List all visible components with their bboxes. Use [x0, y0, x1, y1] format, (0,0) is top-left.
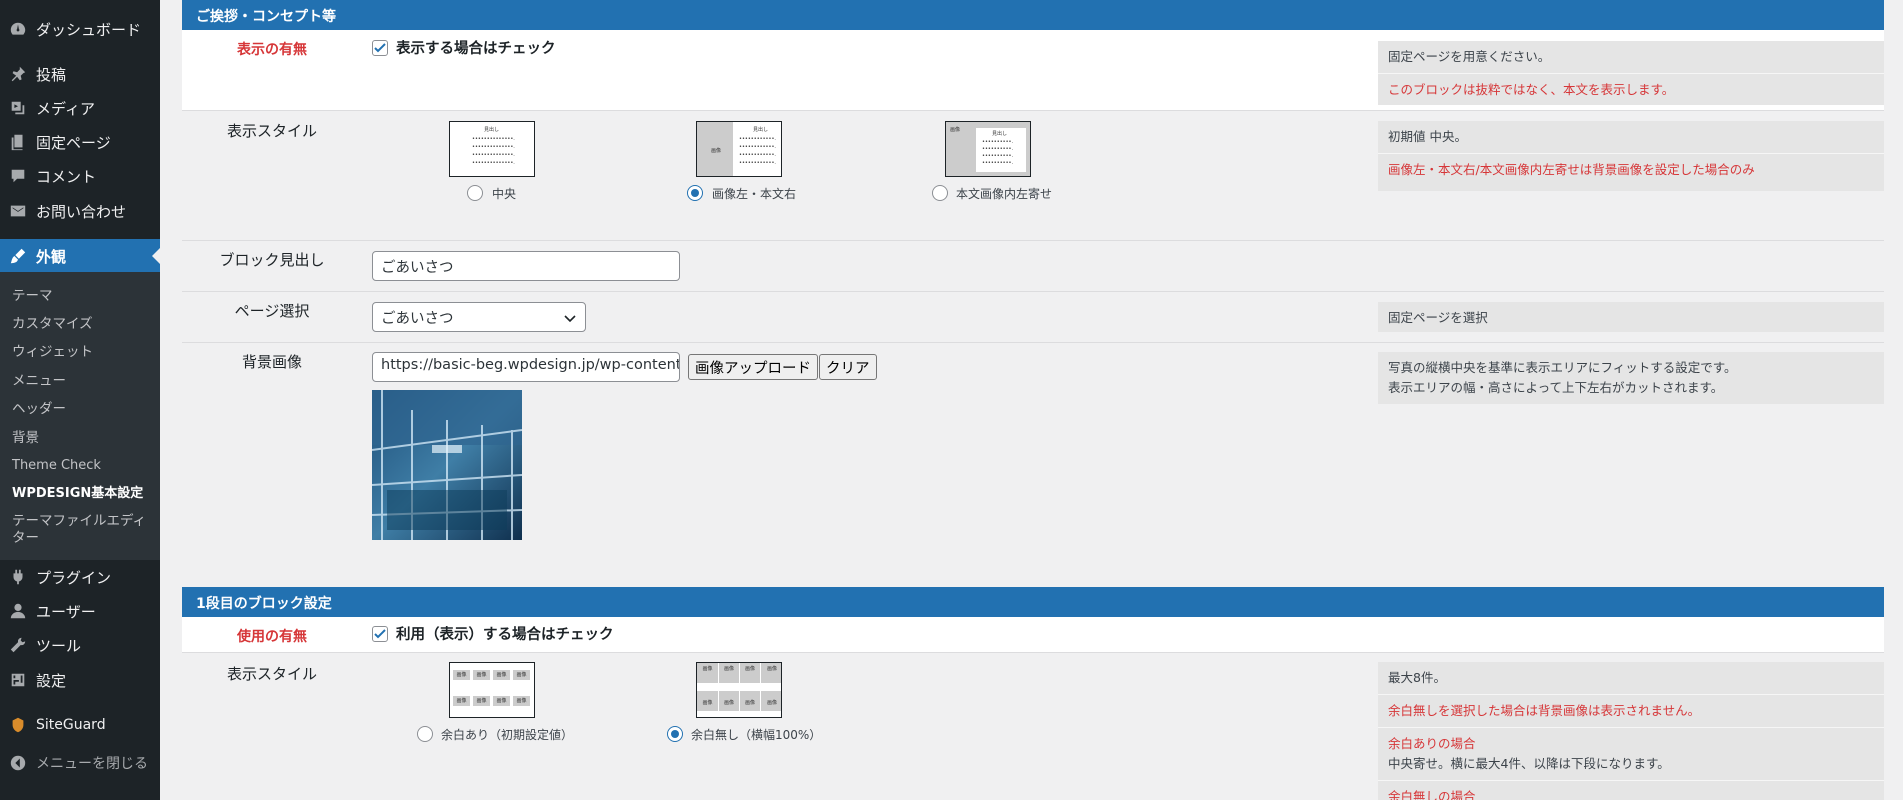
image-upload-button[interactable]: 画像アップロード [688, 354, 818, 380]
style2-radio-margin[interactable] [417, 726, 433, 742]
menu-comments[interactable]: コメント [0, 159, 160, 193]
submenu-themes[interactable]: テーマ [12, 288, 152, 305]
style-radio-image-left[interactable] [687, 185, 703, 201]
visibility-checkbox[interactable] [372, 40, 388, 56]
menu-contact[interactable]: お問い合わせ [0, 194, 160, 228]
menu-media[interactable]: メディア [0, 91, 160, 125]
block-heading-input[interactable]: ごあいさつ [372, 251, 680, 281]
submenu-theme-editor[interactable]: テーマファイルエディター [12, 513, 152, 547]
style2-radio-full[interactable] [667, 726, 683, 742]
chevron-down-icon [564, 315, 576, 323]
collapse-icon [0, 754, 36, 772]
style-radio-image-left-label: 画像左・本文右 [712, 187, 797, 201]
visibility-checkbox-label: 表示する場合はチェック [396, 41, 556, 57]
style-thumb-image-left[interactable]: 画像 見出し ••••••••••••. ••••••••••••. •••••… [696, 121, 782, 177]
style-thumb-center[interactable]: 見出し ••••••••••••••. ••••••••••••••. ••••… [449, 121, 535, 177]
menu-collapse[interactable]: メニューを閉じる [0, 746, 160, 780]
mail-icon [0, 202, 36, 220]
row-background-image: 背景画像 https://basic-beg.wpdesign.jp/wp-co… [182, 343, 1884, 551]
menu-appearance[interactable]: 外観 [0, 239, 160, 273]
row-visibility: 表示の有無 表示する場合はチェック 固定ページを用意ください。 このブロックは抜… [182, 30, 1884, 111]
menu-posts[interactable]: 投稿 [0, 57, 160, 91]
settings-icon [0, 671, 36, 689]
block-heading-label: ブロック見出し [219, 251, 325, 269]
usage-label: 使用の有無 [237, 629, 307, 645]
style-thumb-inside[interactable]: 画像 見出し ••••••••••. ••••••••••. •••••••••… [945, 121, 1031, 177]
style2-thumb-full[interactable]: 画像 画像 画像 画像 画像 画像 画像 画像 [696, 662, 782, 718]
submenu-header[interactable]: ヘッダー [12, 401, 152, 418]
dashboard-icon [0, 20, 36, 38]
visibility-label: 表示の有無 [237, 42, 307, 58]
style2-radio-full-label: 余白無し（横幅100%） [691, 728, 822, 742]
display-style-2-label: 表示スタイル [226, 665, 317, 683]
submenu-menus[interactable]: メニュー [12, 373, 152, 390]
page-select-label: ページ選択 [234, 302, 310, 320]
display-style-2-note: 最大8件。 余白無しを選択した場合は背景画像は表示されません。 余白ありの場合 … [1378, 662, 1884, 800]
row-display-style: 表示スタイル 見出し ••••••••••••••. •••••••••••••… [182, 111, 1884, 241]
checkmark-icon [374, 43, 386, 53]
checkmark-icon [374, 629, 386, 639]
usage-checkbox-label: 利用（表示）する場合はチェック [396, 627, 614, 643]
section-header-greeting: ご挨拶・コンセプト等 [182, 0, 1884, 30]
image-clear-button[interactable]: クリア [819, 354, 877, 380]
comment-icon [0, 167, 36, 185]
background-image-note: 写真の縦横中央を基準に表示エリアにフィットする設定です。 表示エリアの幅・高さに… [1378, 352, 1884, 404]
submenu-wpdesign-settings[interactable]: WPDESIGN基本設定 [12, 485, 152, 502]
style-radio-inside[interactable] [932, 185, 948, 201]
row-usage: 使用の有無 利用（表示）する場合はチェック [182, 617, 1884, 653]
style-radio-center-label: 中央 [492, 187, 517, 201]
submenu-widgets[interactable]: ウィジェット [12, 344, 152, 361]
menu-settings[interactable]: 設定 [0, 663, 160, 697]
background-image-preview [372, 390, 522, 540]
wrench-icon [0, 636, 36, 654]
submenu-background[interactable]: 背景 [12, 430, 152, 447]
settings-main: ご挨拶・コンセプト等 表示の有無 表示する場合はチェック 固定ページを用意くださ… [182, 0, 1884, 800]
submenu-customize[interactable]: カスタマイズ [12, 316, 152, 333]
section-header-row1: 1段目のブロック設定 [182, 587, 1884, 617]
visibility-note: 固定ページを用意ください。 このブロックは抜粋ではなく、本文を表示します。 [1378, 41, 1884, 105]
menu-dashboard[interactable]: ダッシュボード [0, 12, 160, 46]
page-icon [0, 133, 36, 151]
menu-tools[interactable]: ツール [0, 628, 160, 662]
admin-sidebar: ダッシュボード 投稿 メディア 固定ページ コメント お問い合わせ 外観 テーマ… [0, 0, 160, 800]
background-image-label: 背景画像 [241, 353, 302, 371]
row-block-heading: ブロック見出し ごあいさつ [182, 241, 1884, 292]
siteguard-icon [0, 716, 36, 734]
active-indicator [152, 248, 160, 264]
page-select-note: 固定ページを選択 [1378, 302, 1884, 332]
menu-pages[interactable]: 固定ページ [0, 125, 160, 159]
usage-checkbox[interactable] [372, 626, 388, 642]
plugin-icon [0, 568, 36, 586]
page-select-dropdown[interactable]: ごあいさつ [372, 302, 586, 332]
menu-siteguard[interactable]: SiteGuard [0, 708, 160, 742]
row-page-select: ページ選択 ごあいさつ 固定ページを選択 [182, 292, 1884, 343]
display-style-note: 初期値 中央。 画像左・本文右/本文画像内左寄せは背景画像を設定した場合のみ [1378, 121, 1884, 191]
style-radio-inside-label: 本文画像内左寄せ [956, 187, 1053, 201]
style2-thumb-margin[interactable]: 画像 画像 画像 画像 画像 画像 画像 画像 [449, 662, 535, 718]
brush-icon [0, 247, 36, 265]
menu-plugins[interactable]: プラグイン [0, 560, 160, 594]
media-icon [0, 99, 36, 117]
row-display-style-2: 表示スタイル 画像 画像 画像 画像 画像 画像 画像 画像 余白あり（初期設定… [182, 653, 1884, 800]
style-radio-center[interactable] [467, 185, 483, 201]
submenu-theme-check[interactable]: Theme Check [12, 457, 152, 474]
appearance-submenu: テーマ カスタマイズ ウィジェット メニュー ヘッダー 背景 Theme Che… [0, 272, 160, 560]
display-style-label: 表示スタイル [226, 122, 317, 140]
background-image-url-input[interactable]: https://basic-beg.wpdesign.jp/wp-content [372, 352, 680, 382]
user-icon [0, 602, 36, 620]
menu-users[interactable]: ユーザー [0, 594, 160, 628]
style2-radio-margin-label: 余白あり（初期設定値） [441, 728, 574, 742]
pushpin-icon [0, 65, 36, 83]
